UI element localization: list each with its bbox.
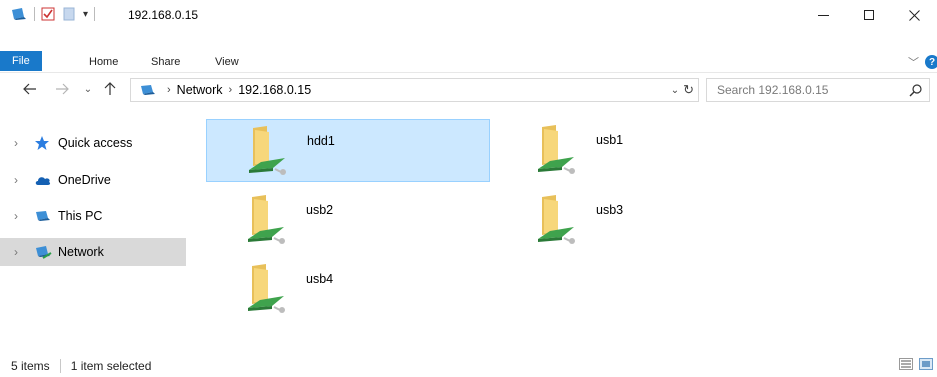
forward-arrow-icon bbox=[56, 83, 69, 95]
network-share-icon bbox=[245, 124, 289, 179]
new-folder-icon[interactable] bbox=[63, 7, 75, 21]
status-divider bbox=[59, 358, 61, 373]
sidebar-item-this-pc[interactable]: › This PC bbox=[0, 202, 186, 230]
up-button[interactable] bbox=[100, 79, 120, 99]
address-tools: ⌄ ↻ bbox=[671, 79, 698, 101]
help-icon[interactable]: ? bbox=[925, 55, 937, 69]
sidebar-item-label: Quick access bbox=[58, 136, 133, 150]
ribbon-tabs: File Home Share View ﹀ ? bbox=[0, 30, 937, 71]
minimize-icon bbox=[817, 14, 829, 16]
breadcrumb-separator-icon[interactable]: › bbox=[229, 84, 233, 96]
forward-button[interactable] bbox=[52, 79, 72, 99]
chevron-right-icon[interactable]: › bbox=[14, 136, 28, 150]
search-input[interactable]: Search 192.168.0.15 bbox=[706, 78, 930, 102]
share-name: usb3 bbox=[596, 203, 624, 217]
network-icon bbox=[34, 245, 54, 259]
breadcrumb-separator-icon[interactable]: › bbox=[167, 84, 171, 96]
tab-home[interactable]: Home bbox=[78, 51, 129, 73]
large-icons-view-icon[interactable] bbox=[919, 358, 933, 370]
search-placeholder: Search 192.168.0.15 bbox=[717, 83, 829, 97]
close-button[interactable] bbox=[891, 0, 937, 30]
sidebar-item-label: OneDrive bbox=[58, 173, 111, 187]
breadcrumb-host[interactable]: 192.168.0.15 bbox=[238, 83, 311, 97]
tab-file[interactable]: File bbox=[0, 51, 42, 71]
close-icon bbox=[908, 9, 920, 21]
tab-view[interactable]: View bbox=[204, 51, 250, 73]
navigation-pane: › Quick access › OneDrive › This PC › Ne… bbox=[0, 108, 186, 354]
chevron-right-icon[interactable]: › bbox=[14, 245, 28, 259]
share-name: usb4 bbox=[306, 272, 334, 286]
network-share-icon bbox=[244, 262, 288, 317]
chevron-down-icon: ⌄ bbox=[83, 83, 93, 95]
list-item[interactable]: usb1 bbox=[496, 119, 780, 182]
network-icon[interactable] bbox=[10, 7, 28, 21]
refresh-icon[interactable]: ↻ bbox=[683, 82, 694, 98]
address-dropdown-icon[interactable]: ⌄ bbox=[671, 85, 679, 96]
sidebar-item-label: Network bbox=[58, 245, 104, 259]
share-name: usb2 bbox=[306, 203, 334, 217]
list-item[interactable]: usb3 bbox=[496, 189, 780, 252]
status-bar: 5 items 1 item selected bbox=[0, 354, 937, 377]
sidebar-item-quick-access[interactable]: › Quick access bbox=[0, 129, 186, 157]
list-item[interactable]: usb2 bbox=[206, 189, 490, 252]
network-share-icon bbox=[244, 193, 288, 248]
ribbon-controls: ﹀ ? bbox=[908, 50, 937, 70]
maximize-button[interactable] bbox=[846, 0, 892, 30]
share-name: hdd1 bbox=[307, 134, 335, 148]
sidebar-item-label: This PC bbox=[58, 209, 103, 223]
share-name: usb1 bbox=[596, 133, 624, 147]
item-count: 5 items bbox=[11, 358, 50, 373]
cloud-icon bbox=[34, 174, 54, 186]
recent-locations-button[interactable]: ⌄ bbox=[78, 79, 98, 99]
back-button[interactable] bbox=[20, 79, 40, 99]
selection-count: 1 item selected bbox=[70, 358, 152, 373]
network-share-icon bbox=[534, 123, 578, 178]
details-view-icon[interactable] bbox=[899, 358, 913, 370]
address-bar[interactable]: › Network › 192.168.0.15 ⌄ ↻ bbox=[130, 78, 699, 102]
list-item[interactable]: usb4 bbox=[206, 258, 490, 321]
address-row: ⌄ › Network › 192.168.0.15 ⌄ ↻ Search 19… bbox=[0, 72, 937, 106]
chevron-right-icon[interactable]: › bbox=[14, 173, 28, 187]
network-location-icon bbox=[139, 84, 157, 96]
network-share-icon bbox=[534, 193, 578, 248]
title-bar: ▾ 192.168.0.15 bbox=[0, 0, 937, 30]
file-list: hdd1 usb1 usb2 usb3 usb4 bbox=[188, 108, 937, 354]
pc-icon bbox=[34, 210, 54, 222]
maximize-icon bbox=[864, 10, 874, 20]
view-buttons bbox=[899, 358, 933, 370]
up-arrow-icon bbox=[104, 82, 116, 95]
back-arrow-icon bbox=[23, 83, 36, 95]
properties-icon[interactable] bbox=[41, 7, 55, 21]
quick-access-toolbar: ▾ bbox=[10, 7, 101, 21]
star-icon bbox=[34, 135, 54, 151]
tab-share[interactable]: Share bbox=[140, 51, 191, 73]
expand-ribbon-icon[interactable]: ﹀ bbox=[908, 54, 919, 70]
window-title: 192.168.0.15 bbox=[128, 8, 199, 22]
sidebar-item-onedrive[interactable]: › OneDrive bbox=[0, 166, 186, 194]
search-icon bbox=[909, 84, 922, 97]
breadcrumb-network[interactable]: Network bbox=[177, 83, 223, 97]
chevron-right-icon[interactable]: › bbox=[14, 209, 28, 223]
list-item[interactable]: hdd1 bbox=[206, 119, 490, 182]
sidebar-item-network[interactable]: › Network bbox=[0, 238, 186, 266]
customize-toolbar-icon[interactable]: ▾ bbox=[83, 9, 88, 20]
minimize-button[interactable] bbox=[800, 0, 846, 30]
